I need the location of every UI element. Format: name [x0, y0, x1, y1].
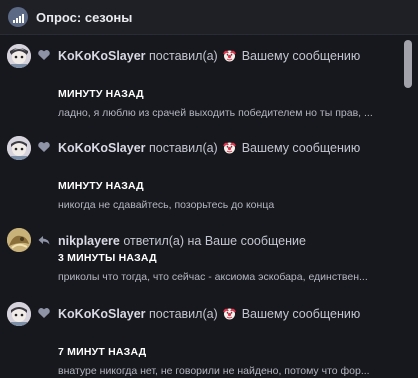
reply-icon: [38, 236, 50, 245]
avatar[interactable]: [7, 228, 31, 252]
time-label: МИНУТУ НАЗАД: [58, 180, 144, 192]
notification-item[interactable]: nikplayere ответил(а) на Ваше сообщение …: [0, 222, 400, 286]
notification-text: nikplayere ответил(а) на Ваше сообщение: [58, 232, 388, 250]
message-excerpt[interactable]: ладно, я люблю из срачей выходить победи…: [58, 107, 388, 119]
notification-text: KoKoKoSlayer поставил(а) Вашему сообщени…: [58, 139, 388, 157]
username-link[interactable]: KoKoKoSlayer: [58, 307, 146, 321]
scrollbar-thumb[interactable]: [404, 40, 412, 88]
clown-emoji-icon: [223, 50, 237, 62]
message-excerpt[interactable]: внатуре никогда нет, не говорили не найд…: [58, 365, 388, 377]
action-tail: Вашему сообщению: [241, 141, 361, 155]
notification-item[interactable]: KoKoKoSlayer поставил(а) Вашему сообщени…: [0, 128, 400, 216]
notification-text: KoKoKoSlayer поставил(а) Вашему сообщени…: [58, 47, 388, 65]
panel-header: Опрос: сезоны: [0, 0, 418, 35]
time-label: 3 МИНУТЫ НАЗАД: [58, 252, 157, 264]
action-tail: Вашему сообщению: [241, 49, 361, 63]
notification-item[interactable]: KoKoKoSlayer поставил(а) Вашему сообщени…: [0, 36, 400, 124]
message-excerpt[interactable]: приколы что тогда, что сейчас - аксиома …: [58, 271, 388, 283]
clown-emoji-icon: [223, 142, 237, 154]
notification-text: KoKoKoSlayer поставил(а) Вашему сообщени…: [58, 305, 388, 323]
heart-icon: [38, 50, 50, 60]
notification-item[interactable]: KoKoKoSlayer поставил(а) Вашему сообщени…: [0, 294, 400, 378]
clown-emoji-icon: [223, 308, 237, 320]
time-label: 7 МИНУТ НАЗАД: [58, 346, 147, 358]
avatar[interactable]: [7, 44, 31, 68]
poll-icon: [8, 7, 28, 27]
notification-list: KoKoKoSlayer поставил(а) Вашему сообщени…: [0, 36, 400, 378]
heart-icon: [38, 142, 50, 152]
avatar[interactable]: [7, 302, 31, 326]
heart-icon: [38, 308, 50, 318]
username-link[interactable]: nikplayere: [58, 234, 120, 248]
action-text: поставил(а): [149, 141, 218, 155]
username-link[interactable]: KoKoKoSlayer: [58, 141, 146, 155]
time-label: МИНУТУ НАЗАД: [58, 88, 144, 100]
username-link[interactable]: KoKoKoSlayer: [58, 49, 146, 63]
panel-title: Опрос: сезоны: [36, 9, 133, 25]
action-text: поставил(а): [149, 49, 218, 63]
action-text: ответил(а) на Ваше сообщение: [123, 234, 306, 248]
message-excerpt[interactable]: никогда не сдавайтесь, позорьтесь до кон…: [58, 199, 388, 211]
action-text: поставил(а): [149, 307, 218, 321]
avatar[interactable]: [7, 136, 31, 160]
action-tail: Вашему сообщению: [241, 307, 361, 321]
